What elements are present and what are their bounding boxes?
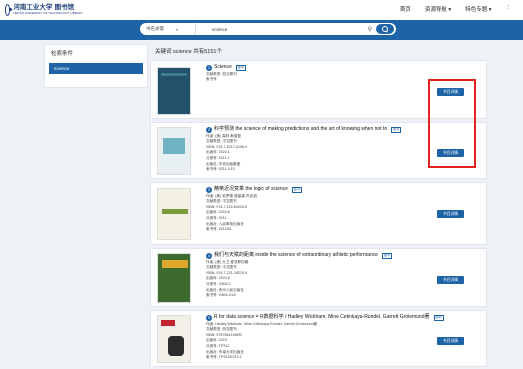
cover-animal-illustration	[168, 336, 184, 356]
format-badge: 图书	[235, 64, 246, 71]
result-index: 5	[206, 314, 212, 321]
top-header: 河南工业大学 图书馆 HENAN UNIVERSITY OF TECHNOLOG…	[0, 0, 523, 20]
search-bar: 书名关键 ▾ science ⚲	[140, 23, 396, 35]
logo-main-text: 河南工业大学 图书馆	[13, 3, 75, 12]
book-cover[interactable]	[157, 67, 191, 115]
library-logo[interactable]: 河南工业大学 图书馆 HENAN UNIVERSITY OF TECHNOLOG…	[5, 2, 83, 17]
format-badge: 图书	[381, 252, 392, 259]
details-button[interactable]: 书目详情	[437, 276, 464, 284]
meta-line: 索书号: TP312/E213.2	[206, 355, 242, 360]
nav-more[interactable]: ⋮	[506, 5, 512, 13]
cover-decoration	[162, 260, 188, 268]
search-scope-select[interactable]: 书名关键 ▾	[140, 23, 196, 35]
result-index: 2	[206, 126, 212, 133]
meta-line: 索书号:	[206, 77, 218, 82]
result-title-line: 5 R for data science = R数据科学 / Hadley Wi…	[206, 314, 444, 322]
search-input[interactable]: science	[196, 27, 368, 32]
nav-resources[interactable]: 资源导航 ▾	[425, 5, 451, 13]
result-title[interactable]: 精英近况变革 the logic of science	[214, 186, 288, 194]
filter-icon[interactable]: ⚲	[368, 26, 372, 33]
meta-line: 索书号: G804.2/16	[206, 293, 236, 298]
format-badge: 图书	[433, 314, 444, 321]
result-info: 5 R for data science = R数据科学 / Hadley Wi…	[206, 314, 444, 361]
result-title[interactable]: R for data science = R数据科学 / Hadley Wick…	[214, 314, 430, 322]
cover-decoration	[161, 73, 187, 76]
book-cover[interactable]	[157, 188, 191, 240]
sidebar-title: 检索条件	[51, 51, 74, 57]
details-button[interactable]: 书目详情	[437, 337, 464, 345]
meta-line: 索书号: 0211.1/13	[206, 167, 235, 172]
result-index: 3	[206, 186, 212, 193]
result-title-line: 4 我们与天赋的距离 inside the science of extraor…	[206, 252, 392, 260]
result-title[interactable]: 我们与天赋的距离 inside the science of extraordi…	[214, 252, 378, 260]
result-title[interactable]: Science	[214, 64, 232, 72]
book-cover[interactable]	[157, 127, 191, 175]
format-badge: 图书	[391, 126, 402, 133]
cover-decoration	[163, 138, 185, 154]
result-title-line: 1 Science 图书	[206, 64, 246, 72]
search-scope-label: 书名关键	[146, 26, 164, 31]
logo-text: 河南工业大学 图书馆 HENAN UNIVERSITY OF TECHNOLOG…	[13, 4, 83, 15]
details-button[interactable]: 书目详情	[437, 210, 464, 218]
result-title-line: 2 科学预测 the science of making predictions…	[206, 126, 402, 134]
nav-topics[interactable]: 特色专题 ▾	[465, 5, 491, 13]
nav-home[interactable]: 首页	[400, 5, 411, 13]
result-title-line: 3 精英近况变革 the logic of science 图书	[206, 186, 302, 194]
result-info: 3 精英近况变革 the logic of science 图书 作者: (美)…	[206, 186, 302, 233]
chevron-down-icon: ▾	[176, 26, 179, 32]
main-nav: 首页 资源导航 ▾ 特色专题 ▾ ⋮	[400, 5, 511, 13]
result-info: 2 科学预测 the science of making predictions…	[206, 126, 402, 173]
search-conditions-panel: 检索条件 science	[44, 44, 148, 88]
active-filter-chip[interactable]: science	[49, 63, 143, 74]
result-card: 3 精英近况变革 the logic of science 图书 作者: (美)…	[150, 182, 487, 245]
highlight-box	[428, 79, 476, 168]
format-badge: 图书	[291, 186, 302, 193]
book-cover[interactable]	[157, 253, 191, 303]
result-card: 4 我们与天赋的距离 inside the science of extraor…	[150, 248, 487, 307]
result-info: 1 Science 图书 文献类型: 西文期刊 索书号:	[206, 64, 246, 83]
result-index: 4	[206, 252, 212, 259]
result-index: 1	[206, 64, 212, 71]
cover-decoration	[161, 320, 175, 326]
meta-line: 索书号: 0211/81	[206, 227, 232, 232]
result-title[interactable]: 科学预测 the science of making predictions a…	[214, 126, 387, 134]
logo-sub-text: HENAN UNIVERSITY OF TECHNOLOGY LIBRARY	[13, 10, 83, 15]
results-summary: 关键词 science 共有5151个	[155, 49, 222, 55]
result-card: 5 R for data science = R数据科学 / Hadley Wi…	[150, 310, 487, 367]
university-seal-icon	[5, 3, 13, 16]
result-info: 4 我们与天赋的距离 inside the science of extraor…	[206, 252, 392, 299]
search-button[interactable]	[376, 24, 394, 34]
cover-decoration	[162, 209, 188, 214]
book-cover[interactable]	[157, 315, 191, 363]
